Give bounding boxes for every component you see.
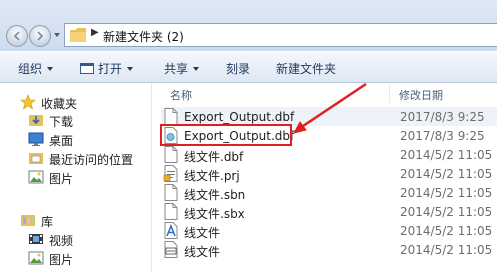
open-window-icon bbox=[80, 63, 94, 74]
file-date: 2014/5/2 11:05 bbox=[400, 224, 493, 238]
share-label: 共享 bbox=[164, 62, 189, 76]
file-date: 2017/8/3 9:25 bbox=[400, 110, 485, 124]
shx-file-icon bbox=[164, 241, 178, 258]
share-button[interactable]: 共享 bbox=[164, 60, 200, 77]
xml-file-icon bbox=[164, 222, 178, 239]
file-icon bbox=[164, 184, 178, 201]
file-name: 线文件.sbn bbox=[184, 188, 246, 202]
download-folder-icon bbox=[29, 115, 43, 126]
chevron-down-icon bbox=[193, 67, 200, 71]
file-date: 2014/5/2 11:05 bbox=[400, 205, 493, 219]
sidebar-item-label: 桌面 bbox=[49, 134, 74, 148]
library-icon bbox=[21, 215, 35, 226]
file-date: 2014/5/2 11:05 bbox=[400, 167, 493, 181]
file-name: Export_Output.dbf bbox=[184, 110, 295, 124]
sidebar-item-label: 最近访问的位置 bbox=[49, 153, 134, 167]
file-row[interactable]: 线文件.sbx 2014/5/2 11:05 bbox=[161, 202, 497, 221]
star-icon bbox=[20, 94, 36, 110]
organize-label: 组织 bbox=[18, 62, 43, 76]
sidebar-item-label: 库 bbox=[41, 215, 54, 229]
address-path-box[interactable]: ▶ 新建文件夹 (2) bbox=[64, 23, 497, 47]
command-toolbar: 组织 打开 共享 刻录 新建文件夹 bbox=[0, 51, 497, 83]
prj-file-icon bbox=[163, 165, 178, 182]
recent-places-icon bbox=[29, 153, 43, 164]
file-icon bbox=[164, 146, 178, 163]
open-button[interactable]: 打开 bbox=[80, 60, 134, 77]
breadcrumb-current-folder[interactable]: 新建文件夹 (2) bbox=[103, 28, 184, 45]
burn-button[interactable]: 刻录 bbox=[226, 60, 250, 77]
file-row[interactable]: 线文件.dbf 2014/5/2 11:05 bbox=[161, 145, 497, 164]
chevron-down-icon bbox=[127, 67, 134, 71]
back-arrow-icon bbox=[13, 31, 20, 41]
file-date: 2014/5/2 11:05 bbox=[400, 186, 493, 200]
column-header-date[interactable]: 修改日期 bbox=[399, 87, 443, 103]
file-name: 线文件.prj bbox=[184, 169, 240, 183]
column-header-row: 名称 修改日期 bbox=[153, 83, 497, 105]
file-date: 2017/8/3 9:25 bbox=[400, 129, 485, 143]
sidebar-item-label: 图片 bbox=[49, 253, 74, 267]
file-name: 线文件 bbox=[184, 226, 221, 240]
sidebar-item-label: 下载 bbox=[49, 115, 74, 129]
pictures-icon bbox=[28, 170, 44, 184]
new-folder-button[interactable]: 新建文件夹 bbox=[276, 60, 336, 77]
file-row[interactable]: 线文件.sbn 2014/5/2 11:05 bbox=[161, 183, 497, 202]
file-icon bbox=[164, 203, 178, 220]
file-name: 线文件.dbf bbox=[184, 150, 244, 164]
open-label: 打开 bbox=[98, 62, 123, 76]
forward-button[interactable] bbox=[29, 25, 51, 47]
file-name: 线文件 bbox=[184, 245, 221, 259]
file-list-pane: 名称 修改日期 Export_Output.dbf 2017/8/3 9:25 … bbox=[153, 83, 497, 272]
annotation-highlight-box bbox=[160, 124, 292, 146]
file-row[interactable]: 线文件.prj 2014/5/2 11:05 bbox=[161, 164, 497, 183]
chevron-right-icon[interactable]: ▶ bbox=[91, 27, 99, 38]
address-bar: ▶ 新建文件夹 (2) bbox=[0, 0, 497, 51]
sidebar-item-label: 收藏夹 bbox=[41, 97, 78, 111]
file-date: 2014/5/2 11:05 bbox=[400, 148, 493, 162]
file-row[interactable]: 线文件 2014/5/2 11:05 bbox=[161, 240, 497, 259]
recent-pages-dropdown-icon[interactable] bbox=[53, 31, 61, 39]
chevron-down-icon bbox=[47, 67, 54, 71]
navigation-pane: 收藏夹 下载 桌面 最近访问的位置 图片 库 视频 图片 bbox=[0, 83, 152, 272]
file-row[interactable]: 线文件 2014/5/2 11:05 bbox=[161, 221, 497, 240]
folder-icon bbox=[70, 28, 86, 42]
pictures-icon bbox=[28, 251, 44, 265]
video-icon bbox=[29, 234, 43, 244]
column-divider[interactable] bbox=[389, 85, 390, 103]
file-date: 2014/5/2 11:05 bbox=[400, 243, 493, 257]
back-button[interactable] bbox=[6, 25, 28, 47]
sidebar-item-label: 图片 bbox=[49, 172, 74, 186]
file-name: 线文件.sbx bbox=[184, 207, 245, 221]
organize-button[interactable]: 组织 bbox=[18, 60, 54, 77]
forward-arrow-icon bbox=[37, 31, 44, 41]
sidebar-item-label: 视频 bbox=[49, 234, 74, 248]
file-icon bbox=[164, 108, 178, 125]
desktop-icon bbox=[28, 132, 44, 146]
column-header-name[interactable]: 名称 bbox=[170, 87, 192, 103]
